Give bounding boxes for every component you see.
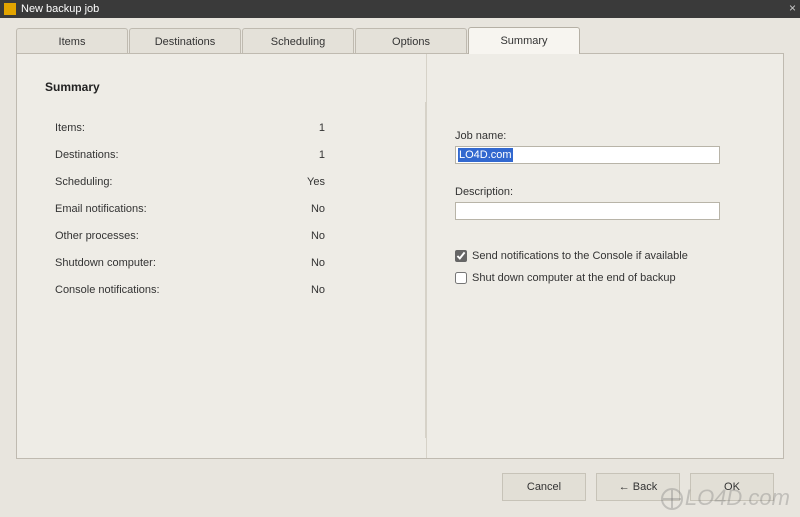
tab-items[interactable]: Items [16,28,128,54]
summary-value: Yes [285,176,325,188]
tab-summary[interactable]: Summary [468,27,580,54]
summary-value: No [285,257,325,269]
summary-label: Email notifications: [55,203,147,215]
close-icon[interactable]: × [789,2,796,14]
jobname-input[interactable] [455,146,720,164]
checkbox-console-notify-row: Send notifications to the Console if ava… [455,250,755,262]
checkbox-shutdown[interactable] [455,272,467,284]
summary-row-shutdown: Shutdown computer: No [55,257,325,269]
tab-label: Options [392,36,430,48]
summary-row-destinations: Destinations: 1 [55,149,325,161]
checkbox-shutdown-row: Shut down computer at the end of backup [455,272,755,284]
summary-value: 1 [285,149,325,161]
summary-label: Destinations: [55,149,119,161]
tab-scheduling[interactable]: Scheduling [242,28,354,54]
window-title: New backup job [21,3,99,15]
app-icon [4,3,16,15]
checkbox-label: Send notifications to the Console if ava… [472,250,688,262]
description-input[interactable] [455,202,720,220]
jobname-group: Job name: LO4D.com [455,130,755,164]
cancel-button[interactable]: Cancel [502,473,586,501]
description-label: Description: [455,186,755,198]
tab-destinations[interactable]: Destinations [129,28,241,54]
summary-row-other-processes: Other processes: No [55,230,325,242]
tab-label: Destinations [155,36,216,48]
tab-label: Scheduling [271,36,325,48]
checkbox-label: Shut down computer at the end of backup [472,272,676,284]
summary-heading: Summary [45,80,408,94]
button-label: OK [724,481,740,493]
ok-button[interactable]: OK [690,473,774,501]
summary-row-email: Email notifications: No [55,203,325,215]
summary-value: No [285,284,325,296]
content-area: Items Destinations Scheduling Options Su… [0,18,800,476]
summary-label: Items: [55,122,85,134]
button-label: Back [633,481,657,493]
summary-value: No [285,230,325,242]
jobname-label: Job name: [455,130,755,142]
summary-value: No [285,203,325,215]
summary-value: 1 [285,122,325,134]
tab-panel-summary: Summary Items: 1 Destinations: 1 Schedul… [16,53,784,459]
button-bar: Cancel Back OK [502,473,774,501]
titlebar: New backup job × [0,0,800,18]
summary-label: Shutdown computer: [55,257,156,269]
tab-label: Items [59,36,86,48]
summary-label: Scheduling: [55,176,113,188]
description-group: Description: [455,186,755,220]
summary-table: Items: 1 Destinations: 1 Scheduling: Yes… [55,122,325,296]
summary-row-scheduling: Scheduling: Yes [55,176,325,188]
summary-pane: Summary Items: 1 Destinations: 1 Schedul… [17,54,427,458]
tabs-row: Items Destinations Scheduling Options Su… [16,26,798,54]
summary-label: Console notifications: [55,284,160,296]
tab-label: Summary [500,35,547,47]
arrow-left-icon [619,481,630,493]
form-pane: Job name: LO4D.com Description: Send not… [427,54,783,458]
button-label: Cancel [527,481,561,493]
summary-label: Other processes: [55,230,139,242]
checkbox-console-notify[interactable] [455,250,467,262]
back-button[interactable]: Back [596,473,680,501]
summary-row-console: Console notifications: No [55,284,325,296]
summary-row-items: Items: 1 [55,122,325,134]
tab-options[interactable]: Options [355,28,467,54]
